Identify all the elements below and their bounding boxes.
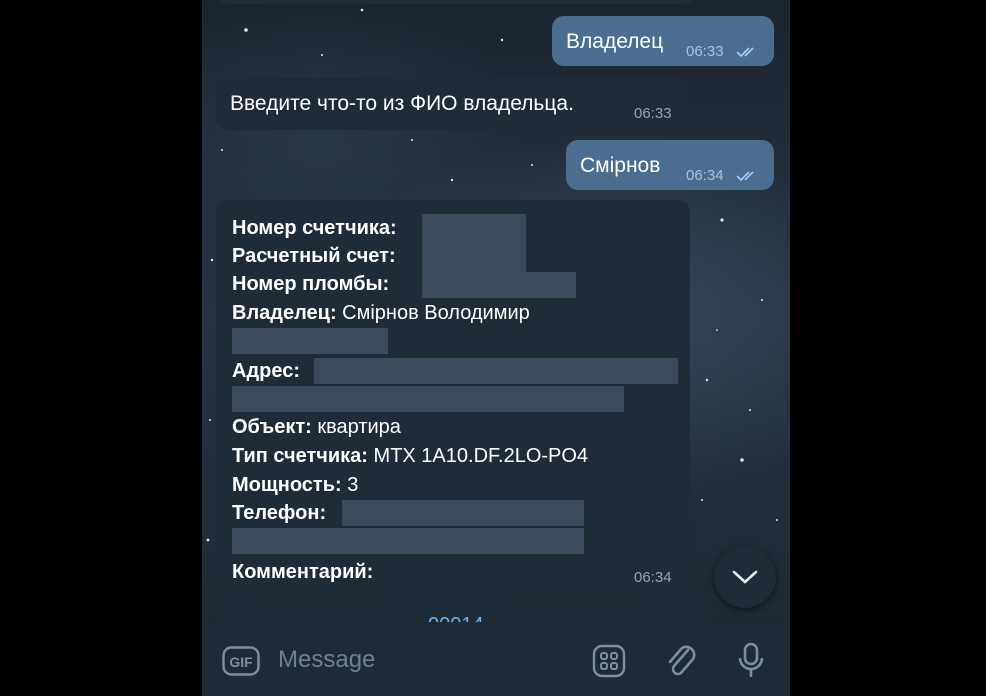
message-text: Введите что-то из ФИО владельца. (230, 92, 574, 115)
redacted-address-line1 (314, 358, 678, 384)
address-label: Адрес: (232, 360, 300, 382)
message-time: 06:34 (686, 167, 724, 184)
message-text: Владелец (566, 30, 664, 53)
seal-number-label: Номер пломбы: (232, 273, 390, 295)
phone-label: Телефон: (232, 502, 327, 524)
meter-number-label: Номер счетчика: (232, 217, 397, 239)
redacted-phone-line1 (342, 500, 584, 526)
account-label: Расчетный счет: (232, 245, 396, 267)
message-time: 06:34 (634, 569, 672, 586)
chevron-down-icon (732, 570, 758, 584)
sticker-grid-icon[interactable] (592, 644, 626, 678)
redacted-address-line2 (232, 386, 624, 412)
chat-screen: Владелец 06:33 Введите что-то из ФИО вла… (202, 0, 790, 696)
attach-paperclip-icon[interactable] (664, 642, 698, 680)
redacted-phone-line2 (232, 528, 584, 554)
meter-type-value: MTX 1A10.DF.2LO-PO4 (373, 445, 589, 467)
comment-label: Комментарий: (232, 561, 374, 583)
message-input[interactable]: Message (278, 646, 375, 674)
outgoing-message[interactable]: Смірнов 06:34 (566, 140, 774, 190)
message-time: 06:33 (634, 105, 672, 122)
owner-label: Владелец: (232, 302, 337, 324)
object-label: Объект: (232, 416, 312, 438)
power-value: 3 (347, 474, 359, 496)
meter-info-card[interactable]: Номер счетчика: Расчетный счет: Номер пл… (216, 200, 690, 593)
message-input-bar: GIF Message (202, 622, 790, 696)
message-time: 06:33 (686, 43, 724, 60)
double-check-icon (736, 171, 754, 182)
redacted-account (422, 242, 526, 272)
power-label: Мощность: (232, 474, 342, 496)
redacted-seal-number (422, 272, 576, 298)
scroll-to-bottom-button[interactable] (714, 546, 776, 608)
owner-value: Смірнов Володимир (342, 302, 530, 324)
svg-text:GIF: GIF (229, 654, 253, 670)
outgoing-message[interactable]: Владелец 06:33 (552, 16, 774, 66)
meter-type-label: Тип счетчика: (232, 445, 368, 467)
previous-message-edge (216, 0, 696, 4)
object-value: квартира (317, 416, 401, 438)
incoming-message[interactable]: Введите что-то из ФИО владельца. 06:33 (216, 78, 688, 130)
gif-icon[interactable]: GIF (222, 646, 260, 676)
message-text: Смірнов (580, 154, 661, 177)
microphone-icon[interactable] (737, 642, 765, 680)
double-check-icon (736, 47, 754, 58)
redacted-owner-patronymic (232, 328, 388, 354)
redacted-meter-number (422, 214, 526, 244)
